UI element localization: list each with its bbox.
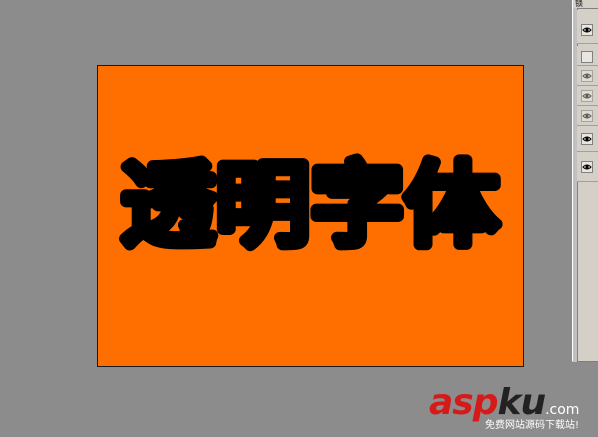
eye-icon [582, 136, 592, 142]
layer-visibility-toggle[interactable] [581, 110, 593, 122]
layer-visibility-toggle[interactable] [581, 51, 593, 63]
layer-visibility-toggle[interactable] [581, 90, 593, 102]
layer-row[interactable] [577, 106, 598, 126]
layer-row[interactable] [577, 46, 598, 66]
layer-visibility-toggle[interactable] [581, 70, 593, 82]
watermark-tagline: 免费网站源码下载站! [485, 420, 580, 431]
eye-icon [582, 113, 592, 119]
document-canvas[interactable]: 透明字体 [97, 65, 524, 367]
canvas-area[interactable]: 透明字体 [0, 0, 572, 437]
watermark-logo-suffix: .com [545, 402, 580, 418]
watermark-logo-ku: ku [497, 382, 547, 423]
layer-row[interactable] [577, 152, 598, 182]
layer-visibility-toggle[interactable] [581, 161, 593, 173]
layers-panel: 锁 [572, 0, 598, 362]
eye-icon [582, 93, 592, 99]
eye-icon [582, 164, 592, 170]
lock-tab[interactable]: 锁 [575, 0, 598, 9]
eye-icon [582, 73, 592, 79]
site-watermark: aspku.com 免费网站源码下载站! [425, 383, 598, 437]
layer-row[interactable] [577, 10, 598, 44]
layer-row[interactable] [577, 66, 598, 86]
layer-row[interactable] [577, 86, 598, 106]
layer-row[interactable] [577, 126, 598, 152]
watermark-logo-asp: asp [429, 382, 498, 423]
eye-icon [582, 27, 592, 33]
layer-visibility-toggle[interactable] [581, 133, 593, 145]
headline-text-layer: 透明字体 [116, 147, 504, 263]
headline-text: 透明字体 [121, 152, 500, 259]
layer-visibility-toggle[interactable] [581, 24, 593, 36]
